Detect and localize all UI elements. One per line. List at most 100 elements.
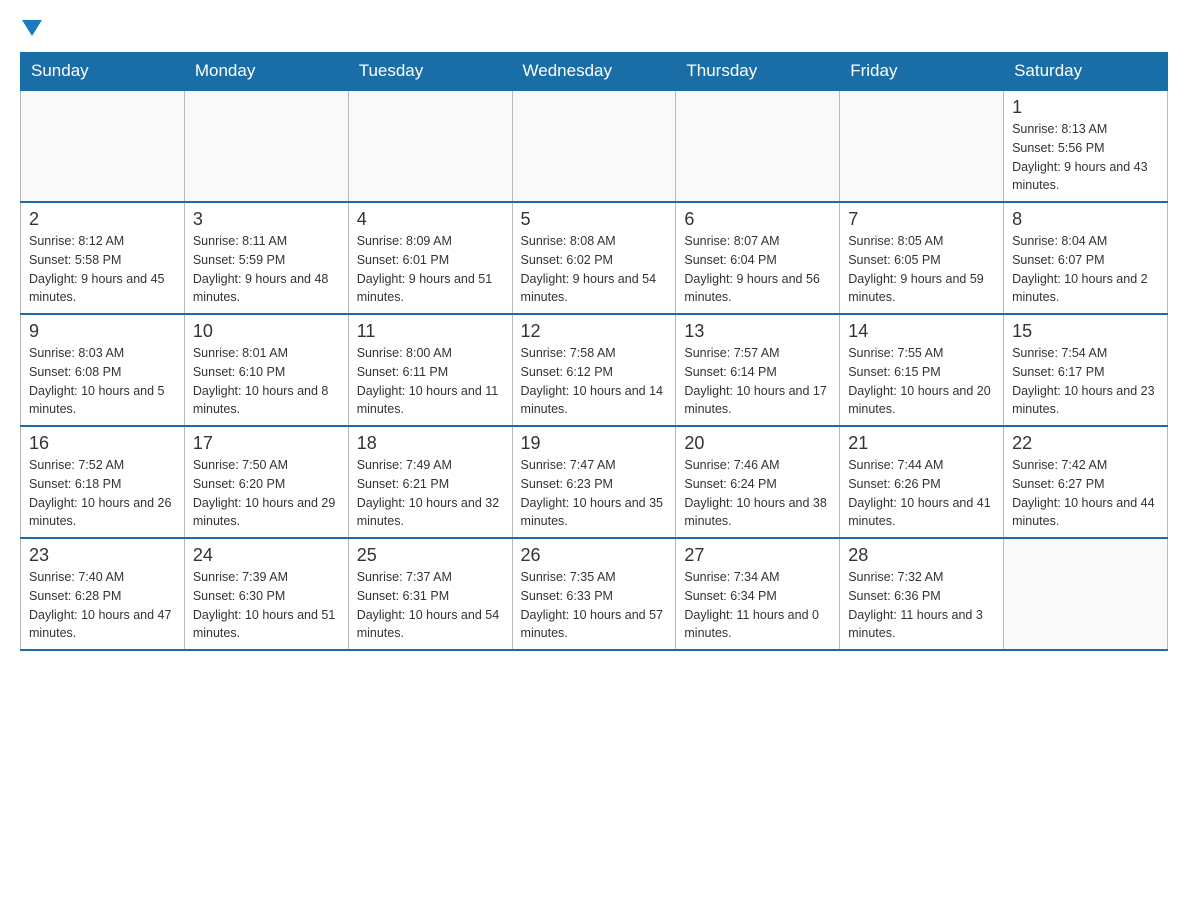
- calendar-cell: 5Sunrise: 8:08 AMSunset: 6:02 PMDaylight…: [512, 202, 676, 314]
- calendar-cell: [21, 90, 185, 202]
- day-info: Sunrise: 7:57 AMSunset: 6:14 PMDaylight:…: [684, 344, 831, 419]
- day-info: Sunrise: 7:35 AMSunset: 6:33 PMDaylight:…: [521, 568, 668, 643]
- col-header-friday: Friday: [840, 53, 1004, 91]
- calendar-cell: 1Sunrise: 8:13 AMSunset: 5:56 PMDaylight…: [1004, 90, 1168, 202]
- calendar-cell: 21Sunrise: 7:44 AMSunset: 6:26 PMDayligh…: [840, 426, 1004, 538]
- day-number: 25: [357, 545, 504, 566]
- calendar-cell: 22Sunrise: 7:42 AMSunset: 6:27 PMDayligh…: [1004, 426, 1168, 538]
- calendar-cell: 14Sunrise: 7:55 AMSunset: 6:15 PMDayligh…: [840, 314, 1004, 426]
- day-info: Sunrise: 8:04 AMSunset: 6:07 PMDaylight:…: [1012, 232, 1159, 307]
- calendar-cell: [184, 90, 348, 202]
- day-info: Sunrise: 7:50 AMSunset: 6:20 PMDaylight:…: [193, 456, 340, 531]
- calendar-cell: 12Sunrise: 7:58 AMSunset: 6:12 PMDayligh…: [512, 314, 676, 426]
- col-header-tuesday: Tuesday: [348, 53, 512, 91]
- calendar-cell: 9Sunrise: 8:03 AMSunset: 6:08 PMDaylight…: [21, 314, 185, 426]
- day-info: Sunrise: 7:49 AMSunset: 6:21 PMDaylight:…: [357, 456, 504, 531]
- day-number: 14: [848, 321, 995, 342]
- week-row-1: 1Sunrise: 8:13 AMSunset: 5:56 PMDaylight…: [21, 90, 1168, 202]
- day-info: Sunrise: 8:13 AMSunset: 5:56 PMDaylight:…: [1012, 120, 1159, 195]
- day-number: 2: [29, 209, 176, 230]
- col-header-wednesday: Wednesday: [512, 53, 676, 91]
- logo: [20, 20, 42, 36]
- calendar-cell: 17Sunrise: 7:50 AMSunset: 6:20 PMDayligh…: [184, 426, 348, 538]
- day-number: 19: [521, 433, 668, 454]
- calendar-cell: 3Sunrise: 8:11 AMSunset: 5:59 PMDaylight…: [184, 202, 348, 314]
- calendar-cell: 16Sunrise: 7:52 AMSunset: 6:18 PMDayligh…: [21, 426, 185, 538]
- calendar-cell: 15Sunrise: 7:54 AMSunset: 6:17 PMDayligh…: [1004, 314, 1168, 426]
- day-number: 6: [684, 209, 831, 230]
- day-info: Sunrise: 7:58 AMSunset: 6:12 PMDaylight:…: [521, 344, 668, 419]
- day-info: Sunrise: 7:42 AMSunset: 6:27 PMDaylight:…: [1012, 456, 1159, 531]
- day-number: 15: [1012, 321, 1159, 342]
- day-number: 22: [1012, 433, 1159, 454]
- calendar-cell: 8Sunrise: 8:04 AMSunset: 6:07 PMDaylight…: [1004, 202, 1168, 314]
- day-number: 13: [684, 321, 831, 342]
- day-info: Sunrise: 7:47 AMSunset: 6:23 PMDaylight:…: [521, 456, 668, 531]
- day-number: 8: [1012, 209, 1159, 230]
- day-number: 12: [521, 321, 668, 342]
- day-number: 7: [848, 209, 995, 230]
- day-info: Sunrise: 7:52 AMSunset: 6:18 PMDaylight:…: [29, 456, 176, 531]
- calendar-cell: 2Sunrise: 8:12 AMSunset: 5:58 PMDaylight…: [21, 202, 185, 314]
- day-info: Sunrise: 8:07 AMSunset: 6:04 PMDaylight:…: [684, 232, 831, 307]
- day-number: 26: [521, 545, 668, 566]
- page-header: [20, 20, 1168, 36]
- day-number: 27: [684, 545, 831, 566]
- calendar-cell: 10Sunrise: 8:01 AMSunset: 6:10 PMDayligh…: [184, 314, 348, 426]
- calendar-cell: 18Sunrise: 7:49 AMSunset: 6:21 PMDayligh…: [348, 426, 512, 538]
- day-number: 24: [193, 545, 340, 566]
- day-info: Sunrise: 7:39 AMSunset: 6:30 PMDaylight:…: [193, 568, 340, 643]
- col-header-monday: Monday: [184, 53, 348, 91]
- logo-triangle-icon: [22, 20, 42, 36]
- calendar-cell: 20Sunrise: 7:46 AMSunset: 6:24 PMDayligh…: [676, 426, 840, 538]
- day-info: Sunrise: 8:01 AMSunset: 6:10 PMDaylight:…: [193, 344, 340, 419]
- calendar-cell: [840, 90, 1004, 202]
- day-info: Sunrise: 8:05 AMSunset: 6:05 PMDaylight:…: [848, 232, 995, 307]
- day-info: Sunrise: 7:34 AMSunset: 6:34 PMDaylight:…: [684, 568, 831, 643]
- day-info: Sunrise: 8:03 AMSunset: 6:08 PMDaylight:…: [29, 344, 176, 419]
- col-header-thursday: Thursday: [676, 53, 840, 91]
- calendar-cell: 27Sunrise: 7:34 AMSunset: 6:34 PMDayligh…: [676, 538, 840, 650]
- day-number: 9: [29, 321, 176, 342]
- calendar-cell: 24Sunrise: 7:39 AMSunset: 6:30 PMDayligh…: [184, 538, 348, 650]
- calendar-cell: [348, 90, 512, 202]
- calendar-cell: 13Sunrise: 7:57 AMSunset: 6:14 PMDayligh…: [676, 314, 840, 426]
- day-number: 16: [29, 433, 176, 454]
- week-row-2: 2Sunrise: 8:12 AMSunset: 5:58 PMDaylight…: [21, 202, 1168, 314]
- day-info: Sunrise: 8:09 AMSunset: 6:01 PMDaylight:…: [357, 232, 504, 307]
- calendar-cell: [676, 90, 840, 202]
- day-info: Sunrise: 8:12 AMSunset: 5:58 PMDaylight:…: [29, 232, 176, 307]
- calendar-cell: 23Sunrise: 7:40 AMSunset: 6:28 PMDayligh…: [21, 538, 185, 650]
- day-number: 18: [357, 433, 504, 454]
- day-number: 20: [684, 433, 831, 454]
- week-row-5: 23Sunrise: 7:40 AMSunset: 6:28 PMDayligh…: [21, 538, 1168, 650]
- col-header-saturday: Saturday: [1004, 53, 1168, 91]
- week-row-4: 16Sunrise: 7:52 AMSunset: 6:18 PMDayligh…: [21, 426, 1168, 538]
- day-number: 11: [357, 321, 504, 342]
- day-number: 10: [193, 321, 340, 342]
- day-info: Sunrise: 7:46 AMSunset: 6:24 PMDaylight:…: [684, 456, 831, 531]
- day-number: 23: [29, 545, 176, 566]
- day-info: Sunrise: 7:54 AMSunset: 6:17 PMDaylight:…: [1012, 344, 1159, 419]
- col-header-sunday: Sunday: [21, 53, 185, 91]
- week-row-3: 9Sunrise: 8:03 AMSunset: 6:08 PMDaylight…: [21, 314, 1168, 426]
- calendar-cell: 4Sunrise: 8:09 AMSunset: 6:01 PMDaylight…: [348, 202, 512, 314]
- day-number: 28: [848, 545, 995, 566]
- day-info: Sunrise: 7:32 AMSunset: 6:36 PMDaylight:…: [848, 568, 995, 643]
- calendar-cell: 7Sunrise: 8:05 AMSunset: 6:05 PMDaylight…: [840, 202, 1004, 314]
- day-info: Sunrise: 7:44 AMSunset: 6:26 PMDaylight:…: [848, 456, 995, 531]
- calendar-cell: 26Sunrise: 7:35 AMSunset: 6:33 PMDayligh…: [512, 538, 676, 650]
- day-info: Sunrise: 7:40 AMSunset: 6:28 PMDaylight:…: [29, 568, 176, 643]
- calendar-cell: 25Sunrise: 7:37 AMSunset: 6:31 PMDayligh…: [348, 538, 512, 650]
- calendar-cell: 11Sunrise: 8:00 AMSunset: 6:11 PMDayligh…: [348, 314, 512, 426]
- day-number: 1: [1012, 97, 1159, 118]
- calendar-cell: 6Sunrise: 8:07 AMSunset: 6:04 PMDaylight…: [676, 202, 840, 314]
- day-number: 3: [193, 209, 340, 230]
- calendar-cell: 28Sunrise: 7:32 AMSunset: 6:36 PMDayligh…: [840, 538, 1004, 650]
- day-number: 21: [848, 433, 995, 454]
- day-info: Sunrise: 7:37 AMSunset: 6:31 PMDaylight:…: [357, 568, 504, 643]
- day-number: 4: [357, 209, 504, 230]
- calendar-cell: 19Sunrise: 7:47 AMSunset: 6:23 PMDayligh…: [512, 426, 676, 538]
- calendar-cell: [512, 90, 676, 202]
- day-info: Sunrise: 8:00 AMSunset: 6:11 PMDaylight:…: [357, 344, 504, 419]
